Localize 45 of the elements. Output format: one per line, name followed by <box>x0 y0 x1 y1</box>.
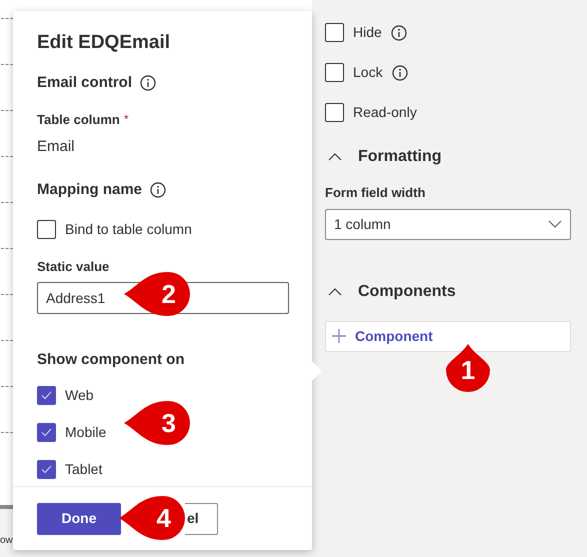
dialog-title: Edit EDQEmail <box>37 31 172 55</box>
checkbox[interactable] <box>325 23 344 42</box>
field-label: Form field width <box>325 184 426 202</box>
field-label: Static value <box>37 258 110 276</box>
field-value: Email <box>37 136 76 156</box>
add-component-button[interactable]: Component <box>325 320 571 352</box>
footer-text: ow <box>0 535 13 547</box>
check-icon <box>41 391 52 400</box>
info-icon[interactable] <box>392 64 408 80</box>
section-heading: Mapping name <box>37 180 142 200</box>
checkbox-label: Tablet <box>65 460 102 479</box>
checkbox[interactable] <box>325 63 344 82</box>
checkbox[interactable] <box>37 460 56 479</box>
section-heading: Email control <box>37 72 132 92</box>
cancel-button[interactable]: el <box>185 502 218 534</box>
info-icon[interactable] <box>390 24 407 40</box>
checkbox-label: Web <box>65 386 94 405</box>
checkbox-label: Read-only <box>353 103 417 122</box>
checkbox[interactable] <box>37 386 56 405</box>
info-icon[interactable] <box>150 182 166 198</box>
checkbox-label: Bind to table column <box>65 220 192 238</box>
checkbox-label: Hide <box>353 23 382 42</box>
info-icon[interactable] <box>140 74 156 91</box>
chevron-icon[interactable] <box>328 288 342 296</box>
callout-marker: 2 <box>124 272 190 316</box>
field-label: Table column <box>37 111 120 129</box>
required-mark: * <box>124 111 128 128</box>
checkbox[interactable] <box>37 423 56 442</box>
section-heading: Formatting <box>358 147 442 167</box>
section-heading: Components <box>358 282 456 302</box>
plus-icon <box>331 328 347 344</box>
callout-marker: 4 <box>119 496 185 540</box>
width-dropdown[interactable]: 1 column <box>325 208 571 240</box>
checkbox[interactable] <box>37 220 56 238</box>
section-heading: Show component on <box>37 350 186 370</box>
chevron-icon[interactable] <box>328 153 342 161</box>
callout-marker: 3 <box>124 401 190 445</box>
chevron-down-icon <box>548 220 562 228</box>
callout-marker: 1 <box>446 344 490 392</box>
checkbox-label: Lock <box>353 63 383 82</box>
done-button[interactable]: Done <box>37 502 121 534</box>
check-icon <box>41 465 52 474</box>
checkbox[interactable] <box>325 103 344 122</box>
check-icon <box>41 428 52 437</box>
checkbox-label: Mobile <box>65 423 106 442</box>
